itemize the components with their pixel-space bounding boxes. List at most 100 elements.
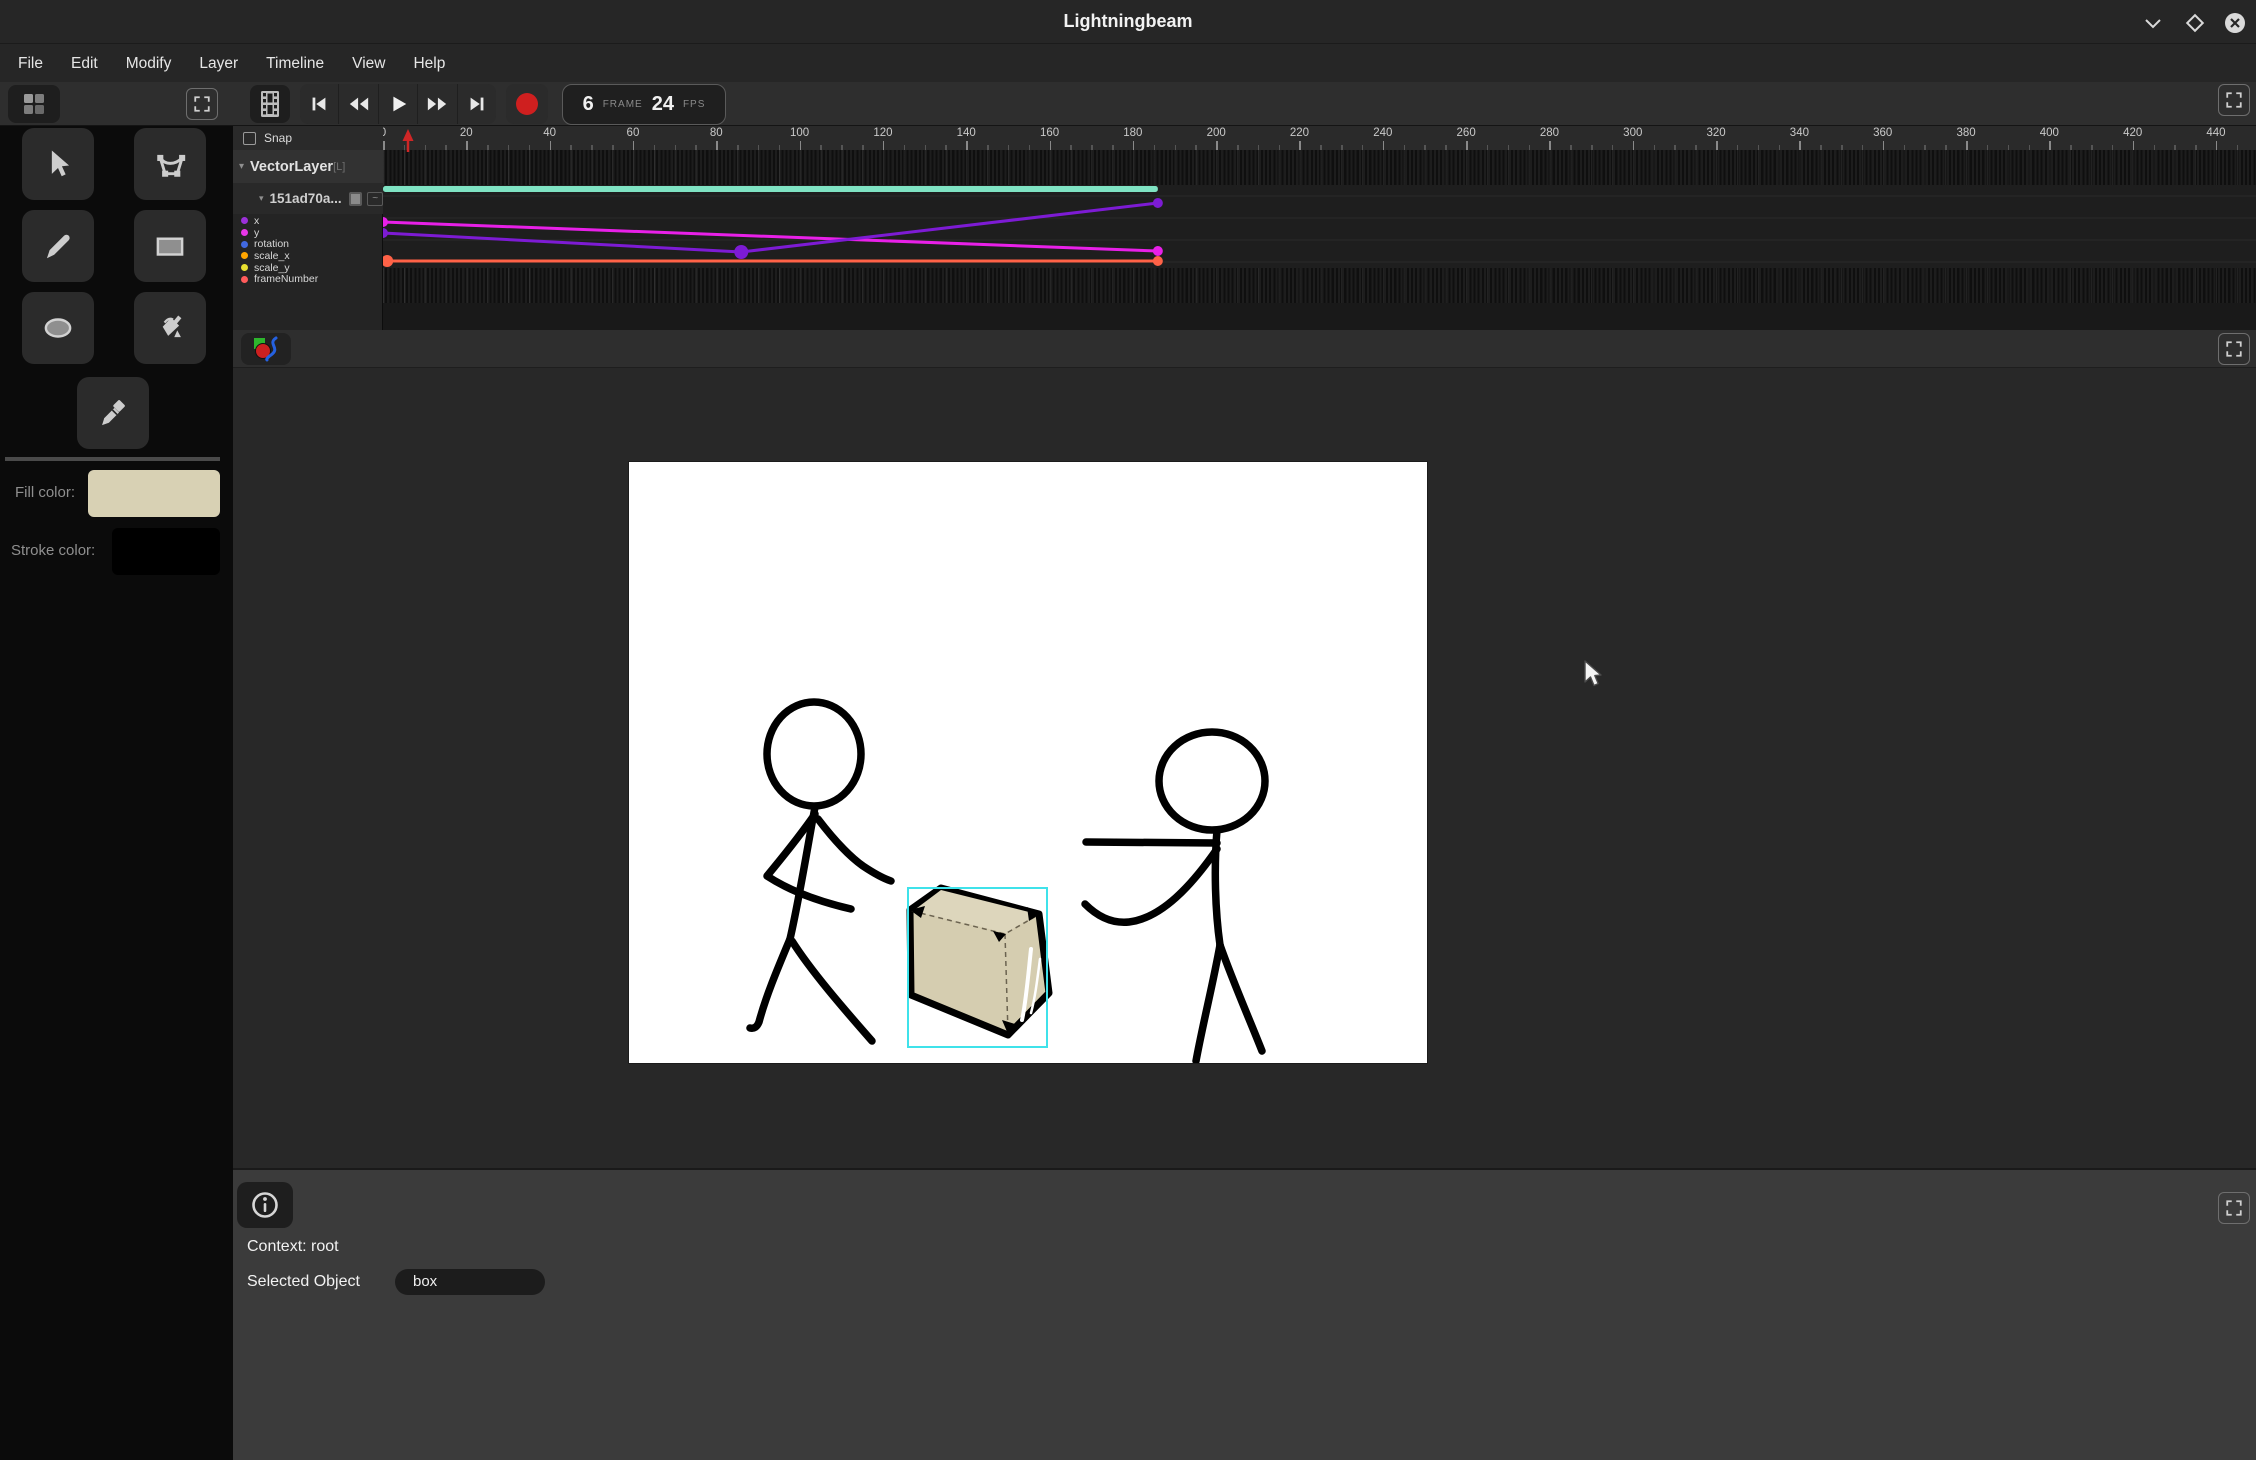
property-y[interactable]: y <box>233 227 383 239</box>
ruler-tick <box>987 145 989 150</box>
frame-fps-display: 6 FRAME 24 FPS <box>562 84 726 125</box>
record-button[interactable] <box>506 84 548 124</box>
skip-start-icon <box>308 93 330 115</box>
skip-to-start-button[interactable] <box>300 84 339 124</box>
eyedropper-tool-button[interactable] <box>77 377 149 449</box>
layer-badge: [L] <box>333 161 345 173</box>
ruler-tick <box>1987 145 1989 150</box>
ruler-tick <box>654 145 656 150</box>
ruler-tick <box>820 145 822 150</box>
ruler-label: 100 <box>790 127 809 139</box>
paint-bucket-tool-button[interactable] <box>134 292 206 364</box>
ruler-tick <box>1841 145 1843 150</box>
rectangle-tool-button[interactable] <box>134 210 206 282</box>
panel-divider <box>5 457 220 461</box>
menu-layer[interactable]: Layer <box>185 45 252 82</box>
layer-row-vectorlayer[interactable]: ▾ VectorLayer [L] <box>233 150 383 183</box>
expand-icon <box>2225 91 2243 109</box>
ruler-tick <box>404 145 406 150</box>
ruler-tick <box>1299 141 1301 150</box>
ruler-label: 440 <box>2206 127 2225 139</box>
ruler-label: 420 <box>2123 127 2142 139</box>
timeline-ruler[interactable]: 0204060801001201401601802002202402602803… <box>383 126 2256 150</box>
ruler-tick <box>1341 145 1343 150</box>
expand-icon <box>2225 340 2243 358</box>
canvas-expand-button[interactable] <box>2218 333 2250 365</box>
menu-help[interactable]: Help <box>399 45 459 82</box>
minimize-chevron-icon[interactable] <box>2142 12 2164 34</box>
fast-forward-button[interactable] <box>418 84 457 124</box>
select-tool-button[interactable] <box>22 128 94 200</box>
ruler-tick <box>1549 141 1551 150</box>
layer-square-toggle[interactable] <box>349 192 363 206</box>
property-name: frameNumber <box>254 273 318 285</box>
node-editor-tool-button[interactable] <box>134 128 206 200</box>
menu-edit[interactable]: Edit <box>57 45 112 82</box>
frames-track-bottom[interactable] <box>383 268 2256 303</box>
ruler-tick <box>2049 141 2051 150</box>
layer-row-object[interactable]: ▾ 151ad70a... ~ <box>233 183 383 214</box>
ruler-tick <box>1445 145 1447 150</box>
ruler-tick <box>1424 145 1426 150</box>
snap-checkbox[interactable] <box>243 132 256 145</box>
property-color-dot <box>241 217 248 224</box>
ruler-tick <box>1112 145 1114 150</box>
layer-tilde-toggle[interactable]: ~ <box>367 192 383 206</box>
left-panel-expand-button[interactable] <box>186 88 218 120</box>
property-rotation[interactable]: rotation <box>233 238 383 250</box>
select-cursor-icon <box>42 148 74 180</box>
close-icon[interactable] <box>2224 12 2246 34</box>
ruler-label: 40 <box>543 127 556 139</box>
ruler-tick <box>966 141 968 150</box>
fill-color-swatch[interactable] <box>88 470 220 517</box>
ruler-tick <box>695 145 697 150</box>
ruler-tick <box>487 145 489 150</box>
timeline-expand-button[interactable] <box>2218 84 2250 116</box>
property-scale_y[interactable]: scale_y <box>233 262 383 274</box>
keyframe-curve-area[interactable] <box>383 185 2256 268</box>
ruler-label: 140 <box>957 127 976 139</box>
menu-view[interactable]: View <box>338 45 399 82</box>
panel-grid-button[interactable] <box>8 85 60 123</box>
frames-track-vectorlayer[interactable] <box>383 150 2256 185</box>
ruler-tick <box>1674 145 1676 150</box>
ellipse-tool-button[interactable] <box>22 292 94 364</box>
animation-stage[interactable] <box>629 462 1427 1063</box>
grid-icon <box>21 91 47 117</box>
ruler-tick <box>425 145 427 150</box>
selected-object-input[interactable]: box <box>395 1269 545 1295</box>
pencil-tool-button[interactable] <box>22 210 94 282</box>
stroke-color-swatch[interactable] <box>112 528 220 575</box>
ruler-tick <box>2154 145 2156 150</box>
info-button[interactable] <box>237 1182 293 1228</box>
ruler-tick <box>1570 145 1572 150</box>
ruler-tick <box>1154 145 1156 150</box>
ruler-label: 360 <box>1873 127 1892 139</box>
ruler-tick <box>1133 141 1135 150</box>
inspector-expand-button[interactable] <box>2218 1192 2250 1224</box>
rewind-button[interactable] <box>339 84 378 124</box>
skip-to-end-button[interactable] <box>458 84 496 124</box>
menu-modify[interactable]: Modify <box>112 45 186 82</box>
canvas-tab-button[interactable] <box>241 333 291 365</box>
ruler-tick <box>529 145 531 150</box>
menu-file[interactable]: File <box>4 45 57 82</box>
timeline-film-button[interactable] <box>250 85 290 123</box>
property-scale_x[interactable]: scale_x <box>233 250 383 262</box>
ruler-tick <box>1195 145 1197 150</box>
property-name: x <box>254 215 259 227</box>
ruler-tick <box>612 145 614 150</box>
maximize-diamond-icon[interactable] <box>2184 12 2206 34</box>
collapse-triangle-icon[interactable]: ▾ <box>239 161 244 172</box>
inspector-panel: Context: root Selected Object box <box>233 1168 2256 1460</box>
property-x[interactable]: x <box>233 215 383 227</box>
ruler-tick <box>675 145 677 150</box>
property-frameNumber[interactable]: frameNumber <box>233 273 383 285</box>
menu-timeline[interactable]: Timeline <box>252 45 338 82</box>
ruler-label: 180 <box>1123 127 1142 139</box>
collapse-triangle-icon[interactable]: ▾ <box>259 193 264 204</box>
ruler-tick <box>570 145 572 150</box>
ruler-tick <box>800 141 802 150</box>
property-color-dot <box>241 276 248 283</box>
play-button[interactable] <box>379 84 418 124</box>
